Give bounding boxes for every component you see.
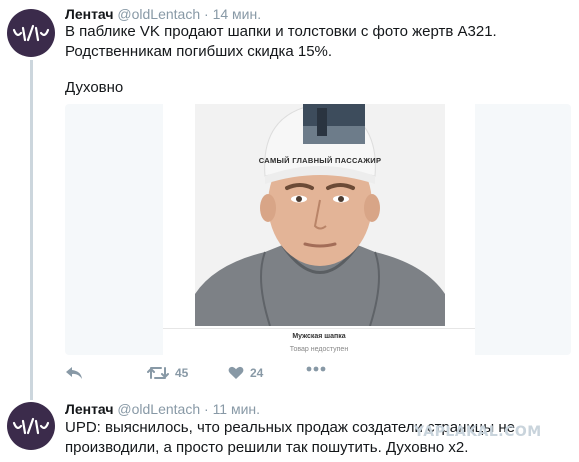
tweet-text: В паблике VK продают шапки и толстовки с…	[65, 22, 565, 98]
thread-connector-line	[30, 60, 33, 400]
separator-dot: ·	[204, 6, 209, 22]
retweet-icon	[147, 367, 169, 379]
separator-dot: ·	[204, 401, 209, 417]
author-handle[interactable]: @oldLentach	[117, 401, 200, 417]
reply-icon	[66, 367, 82, 379]
product-title: Мужская шапка	[292, 333, 346, 340]
avatar[interactable]	[7, 402, 55, 450]
tweet-text-line: Родственникам погибших скидка 15%.	[65, 43, 333, 60]
hat-print-text: САМЫЙ ГЛАВНЫЙ ПАССАЖИР	[259, 156, 382, 165]
reply-button[interactable]	[65, 366, 83, 380]
product-photo: САМЫЙ ГЛАВНЫЙ ПАССАЖИР	[195, 104, 445, 326]
site-watermark: YAPLAKAL.COM	[414, 424, 542, 440]
avatar[interactable]	[7, 9, 55, 57]
product-card: САМЫЙ ГЛАВНЫЙ ПАССАЖИР Мужская шапка Тов…	[163, 104, 475, 355]
tweet-media[interactable]: САМЫЙ ГЛАВНЫЙ ПАССАЖИР Мужская шапка Тов…	[65, 104, 571, 355]
like-count: 24	[250, 366, 264, 380]
tweet-header: Лентач @oldLentach · 14 мин.	[65, 6, 261, 22]
more-button[interactable]	[306, 366, 326, 372]
tweet-text-line: Духовно	[65, 79, 124, 96]
like-button[interactable]: 24	[228, 366, 263, 380]
like-icon	[228, 366, 244, 379]
tweet-text-line: В паблике VK продают шапки и толстовки с…	[65, 23, 497, 40]
product-status: Товар недоступен	[289, 346, 349, 353]
author-name[interactable]: Лентач	[65, 6, 114, 22]
retweet-button[interactable]: 45	[147, 366, 188, 380]
tweet-timestamp[interactable]: 14 мин.	[213, 6, 262, 22]
tweet-header: Лентач @oldLentach · 11 мин.	[65, 401, 260, 417]
card-divider	[163, 328, 475, 329]
tweet-actions: 45 24	[65, 366, 365, 386]
author-handle[interactable]: @oldLentach	[117, 6, 200, 22]
avatar-logo-icon	[12, 417, 50, 435]
author-name[interactable]: Лентач	[65, 401, 114, 417]
retweet-count: 45	[175, 366, 189, 380]
tweet-text-line: производили, а просто решили так пошутит…	[65, 439, 469, 456]
more-icon	[306, 366, 326, 372]
avatar-logo-icon	[12, 24, 50, 42]
tweet-timestamp[interactable]: 11 мин.	[213, 401, 261, 417]
product-photo-drawing: САМЫЙ ГЛАВНЫЙ ПАССАЖИР	[195, 104, 445, 326]
